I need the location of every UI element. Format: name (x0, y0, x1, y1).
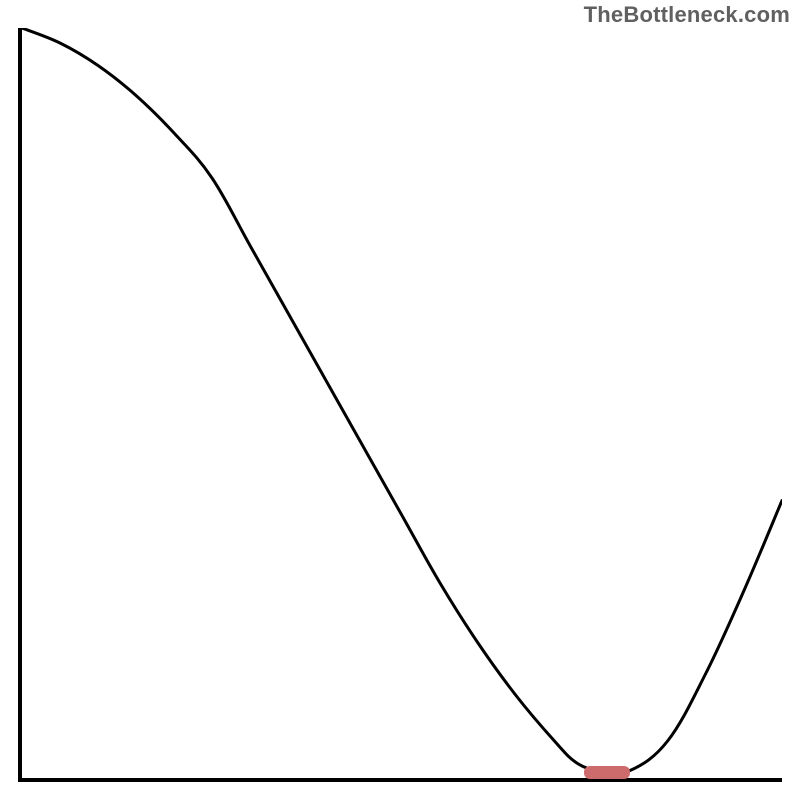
plot-svg (22, 28, 782, 778)
optimum-marker (584, 766, 630, 779)
chart-container: TheBottleneck.com (0, 0, 800, 800)
watermark-text: TheBottleneck.com (584, 2, 790, 28)
plot-frame (18, 28, 782, 782)
gradient-background (22, 28, 782, 778)
